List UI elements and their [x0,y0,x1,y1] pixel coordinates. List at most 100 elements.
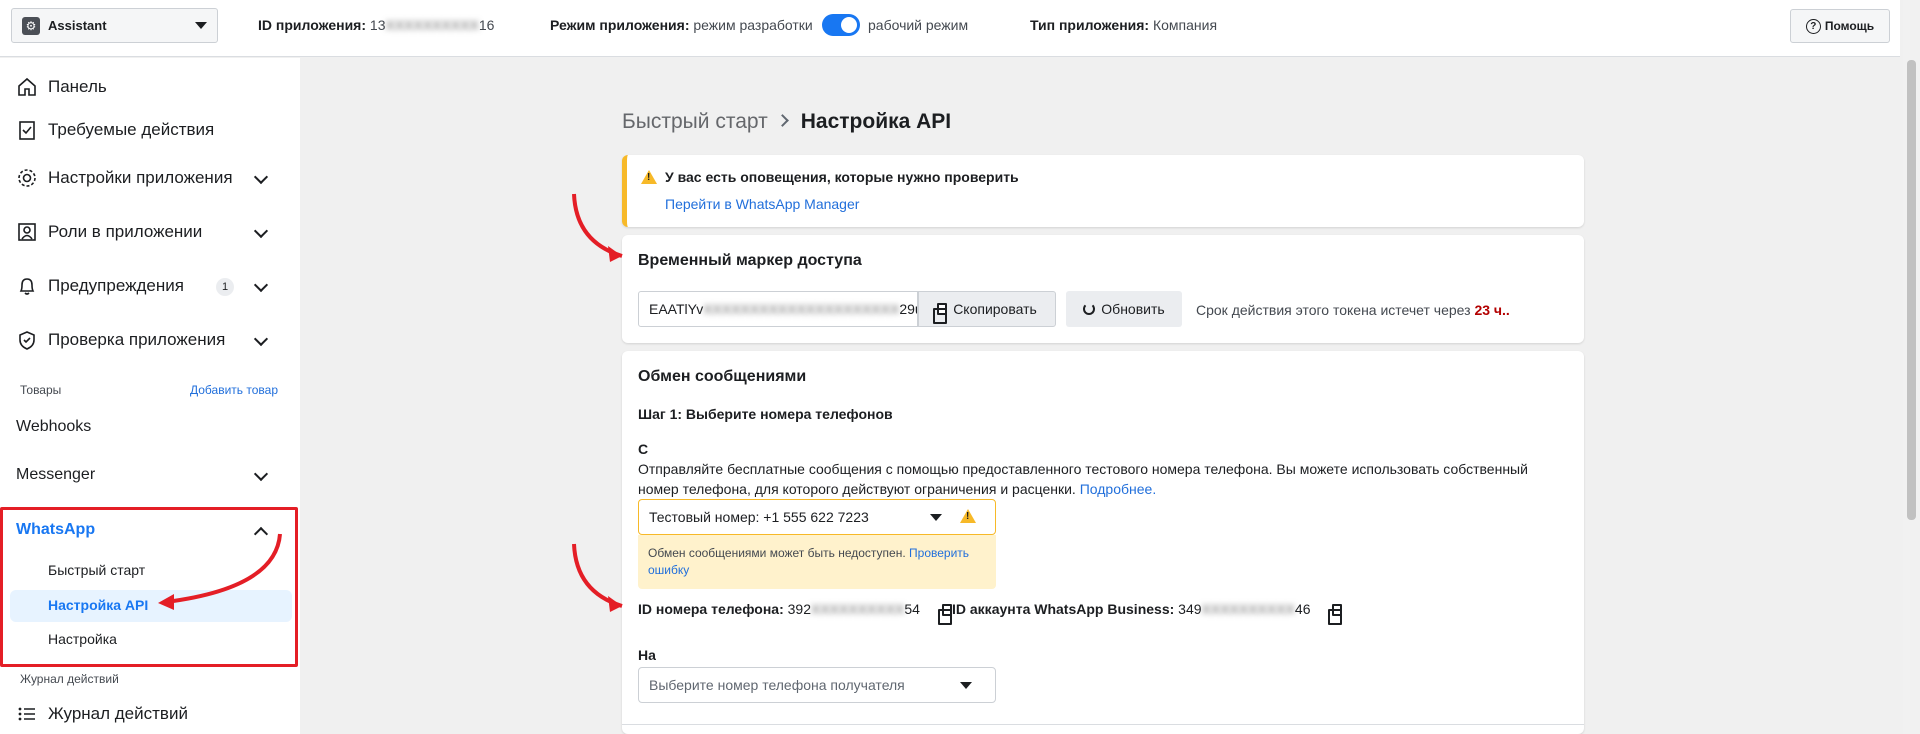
divider [622,724,1584,725]
sidebar-item-required-actions[interactable]: Требуемые действия [14,117,214,143]
sidebar-item-activity-log[interactable]: Журнал действий [14,701,188,727]
token-expiry: Срок действия этого токена истечет через… [1196,302,1510,318]
sidebar-item-app-roles[interactable]: Роли в приложении [14,219,202,245]
breadcrumb-parent[interactable]: Быстрый старт [622,110,768,133]
app-id-label: ID приложения: [258,17,367,33]
type-value: Компания [1152,17,1218,33]
mode-live-label: рабочий режим [868,17,969,33]
app-id-blurred: XXXXXXXXXX [385,17,479,33]
sidebar-item-alerts[interactable]: Предупреждения [14,273,184,299]
token-title: Временный маркер доступа [638,252,862,269]
warning-text: Обмен сообщениями может быть недоступен. [648,546,906,560]
app-gear-icon: ⚙ [22,16,40,35]
messaging-card: Обмен сообщениями Шаг 1: Выберите номера… [622,351,1584,734]
chevron-down-icon [195,22,207,29]
top-bar: ⚙ Assistant ID приложения: 13XXXXXXXXXX1… [0,0,1900,57]
token-start: EAATlYv [649,301,704,317]
sidebar-item-dashboard[interactable]: Панель [14,74,107,100]
breadcrumb: Быстрый старт Настройка API [622,110,951,134]
token-end: 29u6 [899,301,917,317]
copy-token-button[interactable]: Скопировать [918,291,1056,327]
test-number-value: Тестовый номер: +1 555 622 7223 [649,509,869,525]
sidebar-item-api-setup[interactable]: Настройка API [48,597,148,613]
bell-icon [14,273,40,299]
scrollbar[interactable] [1903,0,1920,734]
phone-id-blurred: XXXXXXXXXX [811,601,905,617]
chevron-right-icon [775,114,789,127]
sidebar-item-label: Журнал действий [48,704,188,723]
refresh-icon [1083,303,1096,315]
sidebar-item-label: Предупреждения [48,276,184,295]
list-icon [14,701,40,727]
waba-id: ID аккаунта WhatsApp Business: 349XXXXXX… [952,601,1343,626]
messaging-title: Обмен сообщениями [638,368,807,385]
scrollbar-thumb[interactable] [1907,60,1916,520]
refresh-label: Обновить [1101,301,1165,317]
sidebar-item-configuration[interactable]: Настройка [48,631,117,647]
help-button[interactable]: ? Помощь [1790,9,1890,43]
phone-id-start: 392 [787,601,811,617]
warning-icon [641,170,657,184]
from-number-select[interactable]: Тестовый номер: +1 555 622 7223 [638,499,996,535]
app-id-end: 16 [478,17,495,33]
sidebar-item-label: Проверка приложения [48,330,226,349]
help-icon: ? [1805,18,1821,34]
recipient-number-select[interactable]: Выберите номер телефона получателя [638,667,996,703]
copy-icon[interactable] [1328,604,1343,626]
gear-icon [14,165,40,191]
waba-blurred: XXXXXXXXXX [1201,601,1295,617]
copy-label: Скопировать [953,301,1037,317]
app-type: Тип приложения: Компания [1030,17,1217,33]
warning-icon [960,509,976,523]
type-label: Тип приложения: [1030,17,1150,33]
shield-icon [14,327,40,353]
mode-dev-label: режим разработки [693,17,813,33]
phone-number-id: ID номера телефона: 392XXXXXXXXXX54 [638,601,952,626]
help-label: Помощь [1824,19,1875,33]
activity-log-section-label: Журнал действий [20,672,119,686]
app-mode: Режим приложения: режим разработки [550,17,813,33]
waba-start: 349 [1178,601,1202,617]
messaging-warning: Обмен сообщениями может быть недоступен.… [638,535,996,589]
sidebar-item-messenger[interactable]: Messenger [16,466,95,484]
sidebar-item-webhooks[interactable]: Webhooks [16,418,91,436]
phone-id-label: ID номера телефона: [638,601,784,617]
app-name: Assistant [48,18,107,33]
alerts-count-badge: 1 [216,278,234,296]
copy-icon[interactable] [937,604,952,626]
access-token-field[interactable]: EAATlYvXXXXXXXXXXXXXXXXXXXXX29u6 [638,291,918,327]
chevron-down-icon [930,514,942,521]
breadcrumb-current: Настройка API [800,110,952,133]
recipient-placeholder: Выберите номер телефона получателя [649,677,905,693]
sidebar-item-app-settings[interactable]: Настройки приложения [14,165,233,191]
app-id: ID приложения: 13XXXXXXXXXX16 [258,17,494,33]
sidebar-item-label: Роли в приложении [48,222,203,241]
app-id-start: 13 [369,17,386,33]
mode-toggle[interactable] [822,14,860,36]
app-selector[interactable]: ⚙ Assistant [11,8,218,43]
sidebar-item-app-review[interactable]: Проверка приложения [14,327,225,353]
mode-label: Режим приложения: [550,17,690,33]
sidebar-item-label: Настройки приложения [48,168,233,187]
step1-label: Шаг 1: Выберите номера телефонов [638,406,893,422]
alert-title: У вас есть оповещения, которые нужно про… [665,169,1019,185]
sidebar-item-label: Требуемые действия [48,120,215,139]
learn-more-link[interactable]: Подробнее. [1080,481,1157,497]
person-icon [14,219,40,245]
from-description: Отправляйте бесплатные сообщения с помощ… [638,459,1568,499]
expiry-value: 23 ч.. [1474,302,1510,318]
whatsapp-manager-link[interactable]: Перейти в WhatsApp Manager [665,196,859,212]
sidebar-item-quickstart[interactable]: Быстрый старт [48,562,145,578]
copy-icon [933,303,948,324]
chevron-down-icon [960,682,972,689]
add-product-link[interactable]: Добавить товар [190,383,278,397]
token-blurred: XXXXXXXXXXXXXXXXXXXXX [703,301,900,317]
sidebar-item-whatsapp[interactable]: WhatsApp [16,521,95,539]
refresh-token-button[interactable]: Обновить [1066,291,1182,327]
products-section-label: Товары [20,383,62,397]
alerts-banner: У вас есть оповещения, которые нужно про… [622,155,1584,227]
phone-id-end: 54 [904,601,920,617]
waba-label: ID аккаунта WhatsApp Business: [952,601,1175,617]
from-label: С [638,441,649,457]
waba-end: 46 [1294,601,1311,617]
